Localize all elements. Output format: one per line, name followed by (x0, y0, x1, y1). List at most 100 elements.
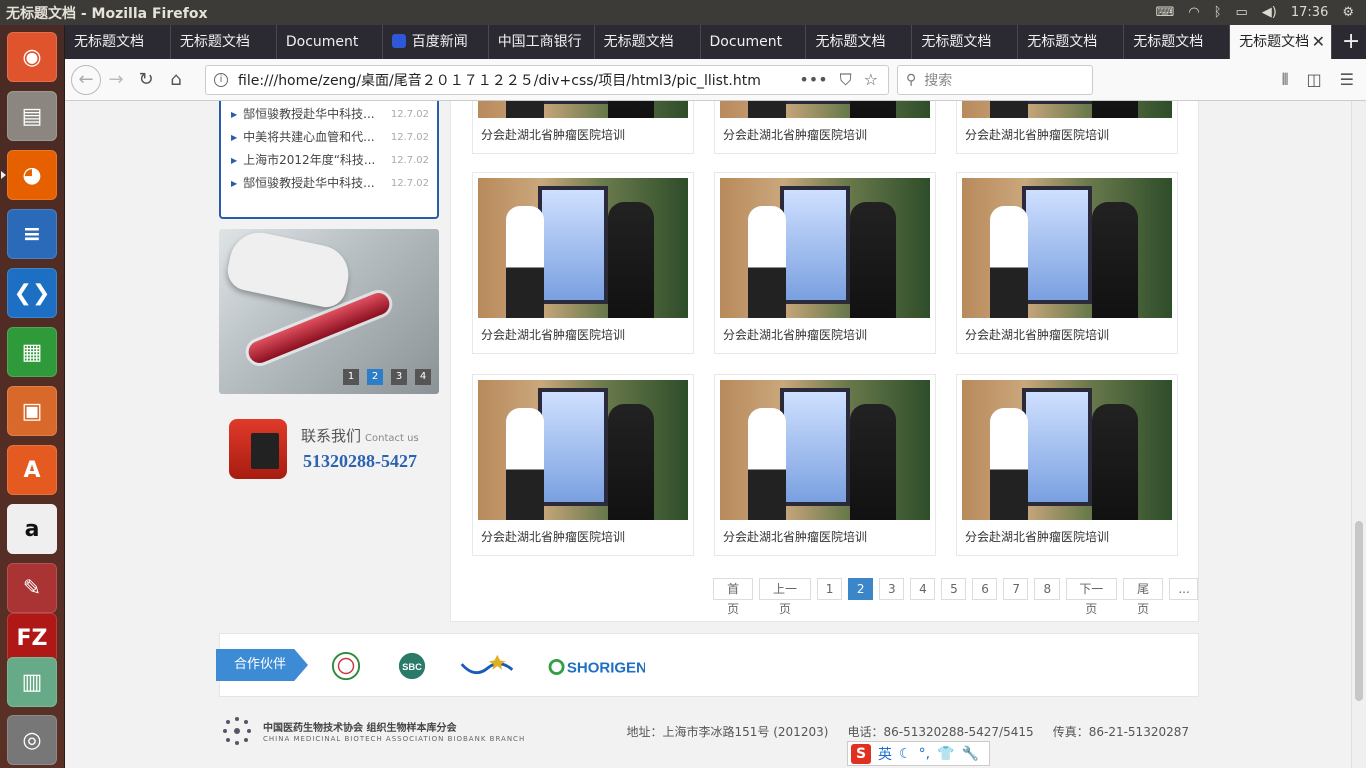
pager-next[interactable]: 下一页 (1065, 578, 1117, 616)
pager-page[interactable]: 3 (878, 578, 905, 600)
photo-card[interactable]: 分会赴湖北省肿瘤医院培训 (956, 101, 1178, 154)
pager-page[interactable]: 1 (816, 578, 842, 600)
photo-card[interactable]: 分会赴湖北省肿瘤医院培训 (714, 101, 936, 154)
photo-card[interactable]: 分会赴湖北省肿瘤医院培训 (956, 374, 1178, 556)
news-item[interactable]: ▶ 郜恒骏教授赴华中科技... 12.7.02 (231, 172, 429, 195)
ubuntu-dash-icon[interactable]: ◉ (7, 32, 57, 82)
photo-card[interactable]: 分会赴湖北省肿瘤医院培训 (956, 172, 1178, 354)
pager-page[interactable]: 4 (910, 578, 936, 600)
ime-toolbar[interactable]: S 英 ☾ °, 👕 🔧 (847, 741, 990, 766)
footer-fax: 传真：86-21-51320287 (1052, 725, 1189, 739)
scrollbar-thumb[interactable] (1355, 521, 1363, 701)
photo-card[interactable]: 分会赴湖北省肿瘤医院培训 (472, 172, 694, 354)
settings-icon[interactable]: ✎ (7, 563, 57, 613)
clock[interactable]: 17:36 (1291, 5, 1328, 20)
url-bar[interactable]: i file:///home/zeng/桌面/尾音２０１７１２２５/div+cs… (205, 64, 889, 95)
battery-icon[interactable]: ▭ (1236, 5, 1248, 20)
page-scrollbar[interactable] (1351, 101, 1366, 768)
partner-logo-wave[interactable] (458, 651, 516, 681)
photo-caption: 分会赴湖北省肿瘤医院培训 (481, 128, 626, 142)
slider-dot[interactable]: 4 (415, 369, 431, 385)
photo-caption: 分会赴湖北省肿瘤医院培训 (723, 128, 868, 142)
pager-page-current[interactable]: 2 (847, 578, 873, 600)
pager-page[interactable]: 5 (941, 578, 967, 600)
partners-label: 合作伙伴 (216, 649, 308, 681)
pocket-icon[interactable]: ⛉ (840, 70, 852, 90)
tab-active[interactable]: 无标题文档 ✕ (1230, 25, 1333, 59)
keyboard-icon[interactable]: ⌨ (1156, 5, 1175, 20)
firefox-icon[interactable]: ◕ (7, 150, 57, 200)
tab[interactable]: 无标题文档 (65, 25, 171, 59)
partner-logo-sbc[interactable]: SBC (395, 651, 429, 681)
bullet-icon: ▶ (231, 133, 238, 142)
slider-dot[interactable]: 3 (391, 369, 407, 385)
photo-card[interactable]: 分会赴湖北省肿瘤医院培训 (714, 374, 936, 556)
tab[interactable]: 中国工商银行 (489, 25, 595, 59)
tab[interactable]: 无标题文档 (1018, 25, 1125, 59)
dvd-icon[interactable]: ◎ (7, 715, 57, 765)
page-actions-icon[interactable]: ••• (799, 70, 827, 90)
menu-icon[interactable]: ☰ (1340, 70, 1354, 90)
tab[interactable]: 无标题文档 (1124, 25, 1231, 59)
filezilla-icon[interactable]: FZ (7, 613, 57, 663)
partner-logo-shorigen[interactable]: SHORIGEN (545, 651, 645, 681)
wrench-icon[interactable]: 🔧 (961, 746, 978, 762)
ime-mode[interactable]: 英 (878, 744, 892, 764)
info-icon[interactable]: i (214, 72, 228, 87)
punct-icon[interactable]: °, (919, 746, 930, 762)
pager-first[interactable]: 首页 (713, 578, 754, 616)
tab[interactable]: 无标题文档 (595, 25, 701, 59)
forward-button[interactable]: → (101, 65, 131, 95)
wifi-icon[interactable]: ◠ (1188, 5, 1199, 20)
tab[interactable]: 无标题文档 (806, 25, 913, 59)
library-icon[interactable]: ⫴ (1282, 70, 1289, 90)
app-icon[interactable]: ▥ (7, 657, 57, 707)
reload-button[interactable]: ↻ (131, 65, 161, 95)
pager-page[interactable]: 7 (1003, 578, 1029, 600)
pager-last[interactable]: 尾页 (1123, 578, 1164, 616)
pager-page[interactable]: 6 (972, 578, 998, 600)
home-button[interactable]: ⌂ (161, 65, 191, 95)
tab[interactable]: Document (701, 25, 807, 59)
bluetooth-icon[interactable]: ᛒ (1214, 5, 1222, 20)
sidebar-icon[interactable]: ◫ (1307, 70, 1322, 90)
writer-icon[interactable]: ≡ (7, 209, 57, 259)
tab[interactable]: 百度新闻 (383, 25, 489, 59)
close-tab-icon[interactable]: ✕ (1312, 25, 1325, 59)
pager-page[interactable]: 8 (1034, 578, 1060, 600)
image-slider[interactable]: 1 2 3 4 (219, 229, 439, 394)
pager-more[interactable]: ... (1169, 578, 1198, 600)
photo-caption: 分会赴湖北省肿瘤医院培训 (723, 328, 868, 342)
moon-icon[interactable]: ☾ (899, 746, 912, 762)
bookmark-star-icon[interactable]: ☆ (864, 70, 878, 90)
photo-card[interactable]: 分会赴湖北省肿瘤医院培训 (472, 374, 694, 556)
photo-card[interactable]: 分会赴湖北省肿瘤医院培训 (714, 172, 936, 354)
amazon-icon[interactable]: a (7, 504, 57, 554)
url-text[interactable]: file:///home/zeng/桌面/尾音２０１７１２２５/div+css/… (238, 70, 799, 90)
power-gear-icon[interactable]: ⚙ (1342, 5, 1354, 20)
vscode-icon[interactable]: ❮❯ (7, 268, 57, 318)
software-center-icon[interactable]: A (7, 445, 57, 495)
search-input[interactable]: ⚲ 搜索 (897, 64, 1093, 95)
photo-card[interactable]: 分会赴湖北省肿瘤医院培训 (472, 101, 694, 154)
news-item[interactable]: ▶ 郜恒骏教授赴华中科技... 12.7.02 (231, 103, 429, 126)
volume-icon[interactable]: ◀) (1262, 5, 1277, 20)
news-item[interactable]: ▶ 中美将共建心血管和代... 12.7.02 (231, 126, 429, 149)
new-tab-button[interactable]: + (1336, 25, 1366, 59)
back-button[interactable]: ← (71, 64, 101, 95)
partner-logo-1[interactable] (330, 651, 362, 681)
tab[interactable]: Document (277, 25, 383, 59)
tab[interactable]: 无标题文档 (912, 25, 1019, 59)
sogou-icon[interactable]: S (851, 743, 871, 764)
calc-icon[interactable]: ▦ (7, 327, 57, 377)
files-icon[interactable]: ▤ (7, 91, 57, 141)
slider-dot-active[interactable]: 2 (367, 369, 383, 385)
tab[interactable]: 无标题文档 (171, 25, 277, 59)
slider-dot[interactable]: 1 (343, 369, 359, 385)
photo-grid-panel: 分会赴湖北省肿瘤医院培训 分会赴湖北省肿瘤医院培训 分会赴湖北省肿瘤医院培训 分… (450, 101, 1199, 622)
news-item[interactable]: ▶ 上海市2012年度“科技... 12.7.02 (231, 149, 429, 172)
skin-icon[interactable]: 👕 (937, 746, 954, 762)
bullet-icon: ▶ (231, 156, 238, 165)
impress-icon[interactable]: ▣ (7, 386, 57, 436)
pager-prev[interactable]: 上一页 (759, 578, 811, 616)
